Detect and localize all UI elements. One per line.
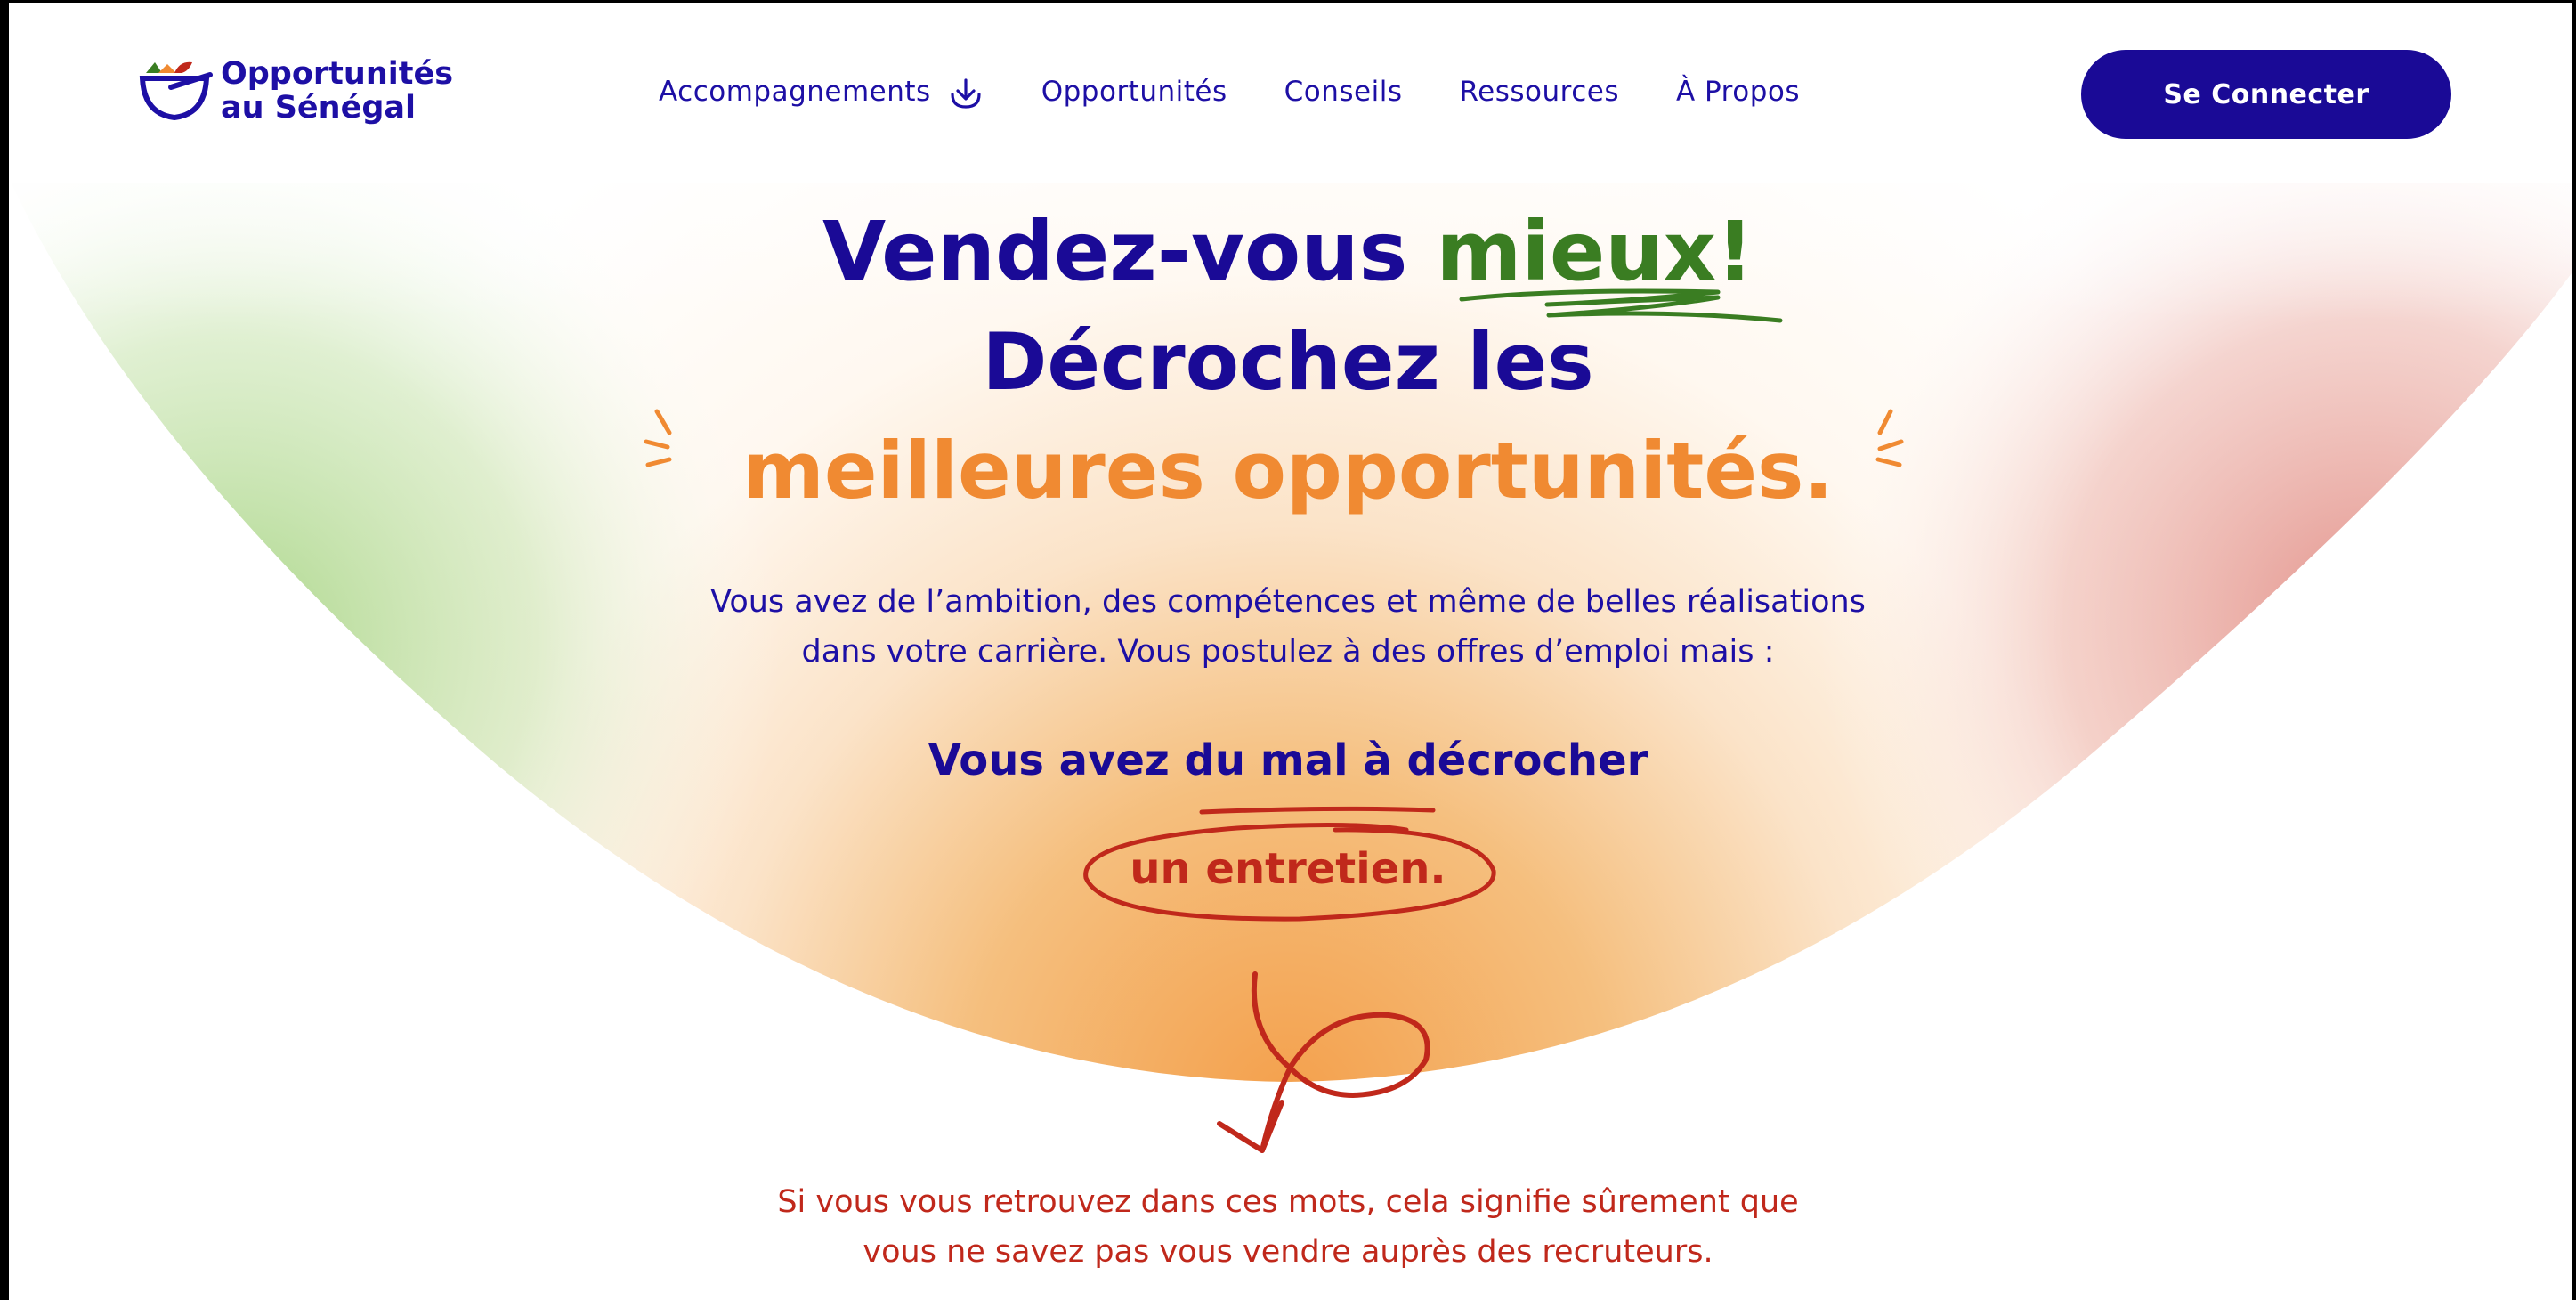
hero-title-line2: Décrochez les <box>982 316 1594 408</box>
nav-item-conseils[interactable]: Conseils <box>1284 76 1403 108</box>
nav-item-a-propos[interactable]: À Propos <box>1676 76 1800 108</box>
page: Opportunités au Sénégal Accompagnements … <box>0 0 2576 1300</box>
chevron-down-circle-icon <box>951 78 981 109</box>
hero-title-line3: meilleures opportunités. <box>742 425 1834 516</box>
nav-item-accompagnements[interactable]: Accompagnements <box>659 73 984 110</box>
sparkle-left-decoration <box>644 409 672 467</box>
frame-edge <box>2572 0 2576 1300</box>
circle-highlight-decoration <box>1083 806 1496 922</box>
conclusion-line: Si vous vous retrouvez dans ces mots, ce… <box>777 1184 1799 1220</box>
main-nav: Accompagnements Opportunités Conseils Re… <box>659 73 1800 110</box>
login-button[interactable]: Se Connecter <box>2081 50 2451 139</box>
hero-title-text: Vendez-vous <box>822 204 1437 299</box>
curly-arrow-down-icon <box>1217 971 1430 1153</box>
nav-item-label: À Propos <box>1675 76 1801 108</box>
brand-name: Opportunités au Sénégal <box>221 57 453 125</box>
intro-line: Vous avez de l’ambition, des compétences… <box>710 584 1866 620</box>
nav-item-label: Accompagnements <box>659 76 931 108</box>
nav-item-opportunites[interactable]: Opportunités <box>1041 76 1227 108</box>
bowl-logo-icon <box>139 61 213 121</box>
intro-paragraph: Vous avez de l’ambition, des compétences… <box>0 577 2576 677</box>
brand-name-line1: Opportunités <box>221 56 454 92</box>
nav-item-label: Opportunités <box>1041 76 1227 108</box>
conclusion-paragraph: Si vous vous retrouvez dans ces mots, ce… <box>0 1177 2576 1277</box>
nav-item-ressources[interactable]: Ressources <box>1460 76 1619 108</box>
problem-statement: Vous avez du mal à décrocher <box>928 735 1648 785</box>
nav-item-label: Conseils <box>1284 76 1403 108</box>
hero-title-line1: Vendez-vous mieux! <box>0 203 2576 301</box>
frame-edge <box>0 0 2576 3</box>
intro-line: dans votre carrière. Vous postulez à des… <box>801 634 1775 670</box>
conclusion-line: vous ne savez pas vous vendre auprès des… <box>863 1234 1713 1270</box>
frame-edge <box>0 0 9 1300</box>
brand-logo[interactable]: Opportunités au Sénégal <box>135 57 453 125</box>
underline-squiggle-decoration <box>1459 288 1783 323</box>
brand-name-line2: au Sénégal <box>221 90 416 126</box>
nav-item-label: Ressources <box>1459 76 1619 108</box>
sparkle-right-decoration <box>1875 409 1904 467</box>
